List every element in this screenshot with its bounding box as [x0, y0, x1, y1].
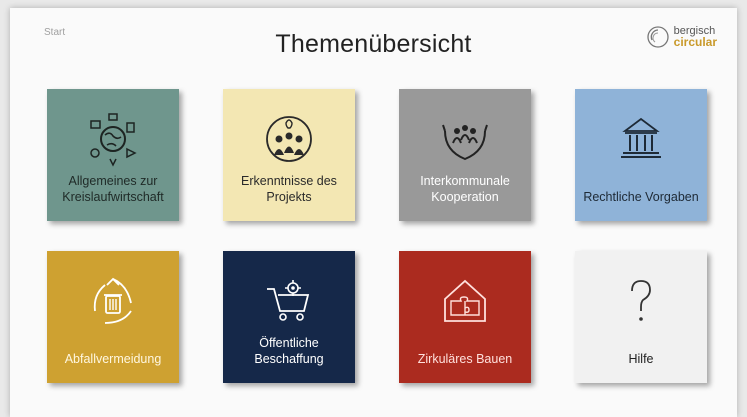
tile-abfallvermeidung[interactable]: Abfallvermeidung — [47, 251, 179, 383]
earth-icons — [90, 113, 137, 167]
house-puzzle-icon — [444, 279, 486, 322]
tile-label: Abfallvermeidung — [64, 352, 162, 366]
tile-hilfe[interactable]: Hilfe — [575, 251, 707, 383]
tile-rechtliche-vorgaben[interactable]: Rechtliche Vorgaben — [575, 89, 707, 221]
theme-overview-page: Start Themenübersicht bergisch circular … — [10, 8, 737, 417]
tile-interkommunale-kooperation[interactable]: Interkommunale Kooperation — [399, 89, 531, 221]
tile-label: Öffentliche Beschaffung — [254, 336, 324, 366]
tile-label: Allgemeines zur Kreislaufwirtschaft — [62, 174, 164, 204]
people-lightbulb-icon — [266, 116, 312, 162]
circle-logo-icon — [646, 26, 669, 48]
tile-label: Zirkuläres Bauen — [417, 352, 513, 366]
logo-line-2: circular — [673, 35, 717, 49]
tile-label: Rechtliche Vorgaben — [583, 190, 699, 204]
tile-erkenntnisse[interactable]: Erkenntnisse des Projekts — [223, 89, 355, 221]
tile-label: Interkommunale Kooperation — [420, 174, 510, 204]
question-mark-icon — [631, 280, 651, 321]
page-title: Themenübersicht — [275, 30, 472, 58]
tile-zirkulaeres-bauen[interactable]: Zirkuläres Bauen — [399, 251, 531, 383]
bergisch-circular-logo: bergisch circular — [646, 25, 717, 49]
tile-label: Hilfe — [628, 352, 654, 366]
shopping-cart-gear-icon — [267, 280, 310, 321]
courthouse-icon — [621, 117, 661, 158]
tile-oeffentliche-beschaffung[interactable]: Öffentliche Beschaffung — [223, 251, 355, 383]
hands-people-icon — [442, 124, 488, 161]
tile-label: Erkenntnisse des Projekts — [241, 174, 337, 204]
tile-kreislaufwirtschaft[interactable]: Allgemeines zur Kreislaufwirtschaft — [47, 89, 179, 221]
recycle-bin-icon — [93, 277, 132, 324]
